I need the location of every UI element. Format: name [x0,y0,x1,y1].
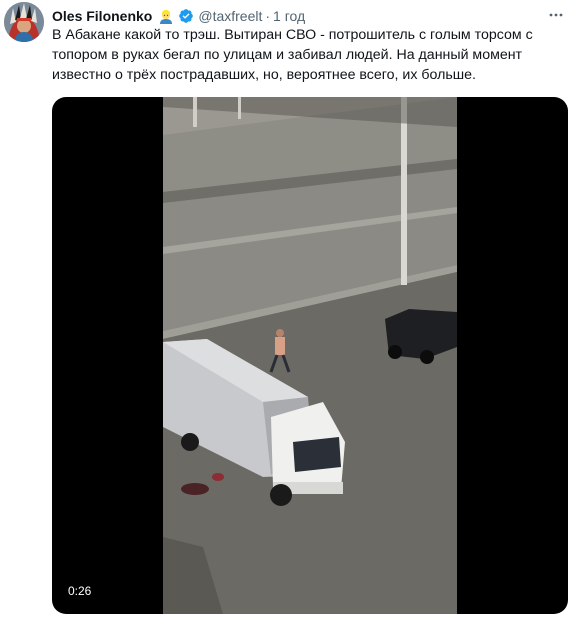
author-handle[interactable]: @taxfreelt [198,7,262,25]
tweet-text: В Абакане какой то трэш. Вытиран СВО - п… [52,27,533,83]
video-player[interactable]: 0:26 [52,97,568,614]
more-horizontal-icon[interactable] [546,6,566,24]
verified-badge-icon [178,8,194,24]
avatar-image [4,2,44,42]
author-display-name[interactable]: Oles Filonenko [52,7,152,25]
video-frame [163,97,457,614]
separator-dot: · [265,8,271,24]
tweet-timestamp[interactable]: 1 год [273,7,305,25]
tweet: Oles Filonenko @taxfreelt · 1 год В Абак… [0,0,576,618]
avatar[interactable] [4,2,44,42]
man-with-blond-hair-emoji-icon [158,8,174,24]
video-duration: 0:26 [62,582,98,600]
tweet-header: Oles Filonenko @taxfreelt · 1 год [52,6,546,26]
